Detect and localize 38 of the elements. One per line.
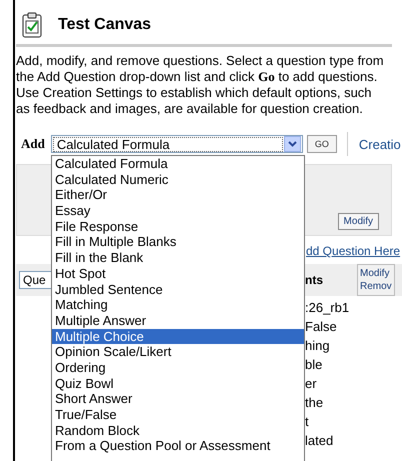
dropdown-option[interactable]: Quiz Bowl	[52, 376, 304, 392]
table-cell-text: ble	[305, 357, 324, 373]
dropdown-option[interactable]: Ordering	[52, 360, 304, 376]
dropdown-option[interactable]: File Response	[52, 218, 304, 234]
table-cell-text: er	[305, 376, 318, 392]
dropdown-option[interactable]: Multiple Choice	[52, 328, 304, 344]
dropdown-option[interactable]: Calculated Formula	[52, 156, 304, 172]
instructions-text: Add, modify, and remove questions. Select a question type from the Add Question drop-down list and click Go to add questions. Use Creation Settings to establish which default options, such as feedback and images, are available for question creation.	[16, 53, 385, 117]
modify-remove-button[interactable]: Modify Remov	[357, 264, 395, 296]
table-cell-text: t	[305, 414, 310, 430]
column-header: nts	[305, 273, 323, 287]
modify-button[interactable]: Modify	[338, 213, 379, 230]
page-title: Test Canvas	[58, 16, 152, 34]
dropdown-option[interactable]: Jumbled Sentence	[52, 282, 304, 298]
table-cell-text: hing	[305, 338, 331, 354]
dropdown-option[interactable]: Essay	[52, 203, 304, 219]
dropdown-option[interactable]: Calculated Numeric	[52, 172, 304, 188]
clipboard-check-icon	[22, 12, 42, 38]
table-cell-text: lated	[305, 433, 334, 449]
question-type-select[interactable]: Calculated Formula	[50, 135, 303, 153]
table-cell-text: :26_rb1	[305, 300, 350, 316]
dropdown-option[interactable]: Matching	[52, 297, 304, 313]
dropdown-option[interactable]: Either/Or	[52, 187, 304, 204]
dropdown-option[interactable]: Hot Spot	[52, 266, 304, 282]
dropdown-option[interactable]: Fill in Multiple Blanks	[52, 234, 304, 250]
creation-settings-link[interactable]: Creatio	[358, 136, 401, 152]
dropdown-option[interactable]: Fill in the Blank	[52, 250, 304, 266]
add-label: Add	[21, 136, 45, 152]
dropdown-option[interactable]: Multiple Answer	[52, 312, 304, 329]
dropdown-option[interactable]: Short Answer	[52, 391, 304, 407]
add-question-link[interactable]: dd Question Here	[306, 244, 402, 258]
dropdown-option[interactable]: True/False	[52, 407, 304, 423]
go-button[interactable]: GO	[306, 135, 337, 153]
dropdown-option[interactable]: Random Block	[52, 422, 304, 438]
dropdown-option[interactable]: Opinion Scale/Likert	[52, 344, 304, 360]
table-cell-text: False	[305, 319, 338, 335]
table-cell-text: the	[305, 395, 324, 411]
dropdown-option[interactable]: From a Question Pool or Assessment	[52, 438, 304, 454]
